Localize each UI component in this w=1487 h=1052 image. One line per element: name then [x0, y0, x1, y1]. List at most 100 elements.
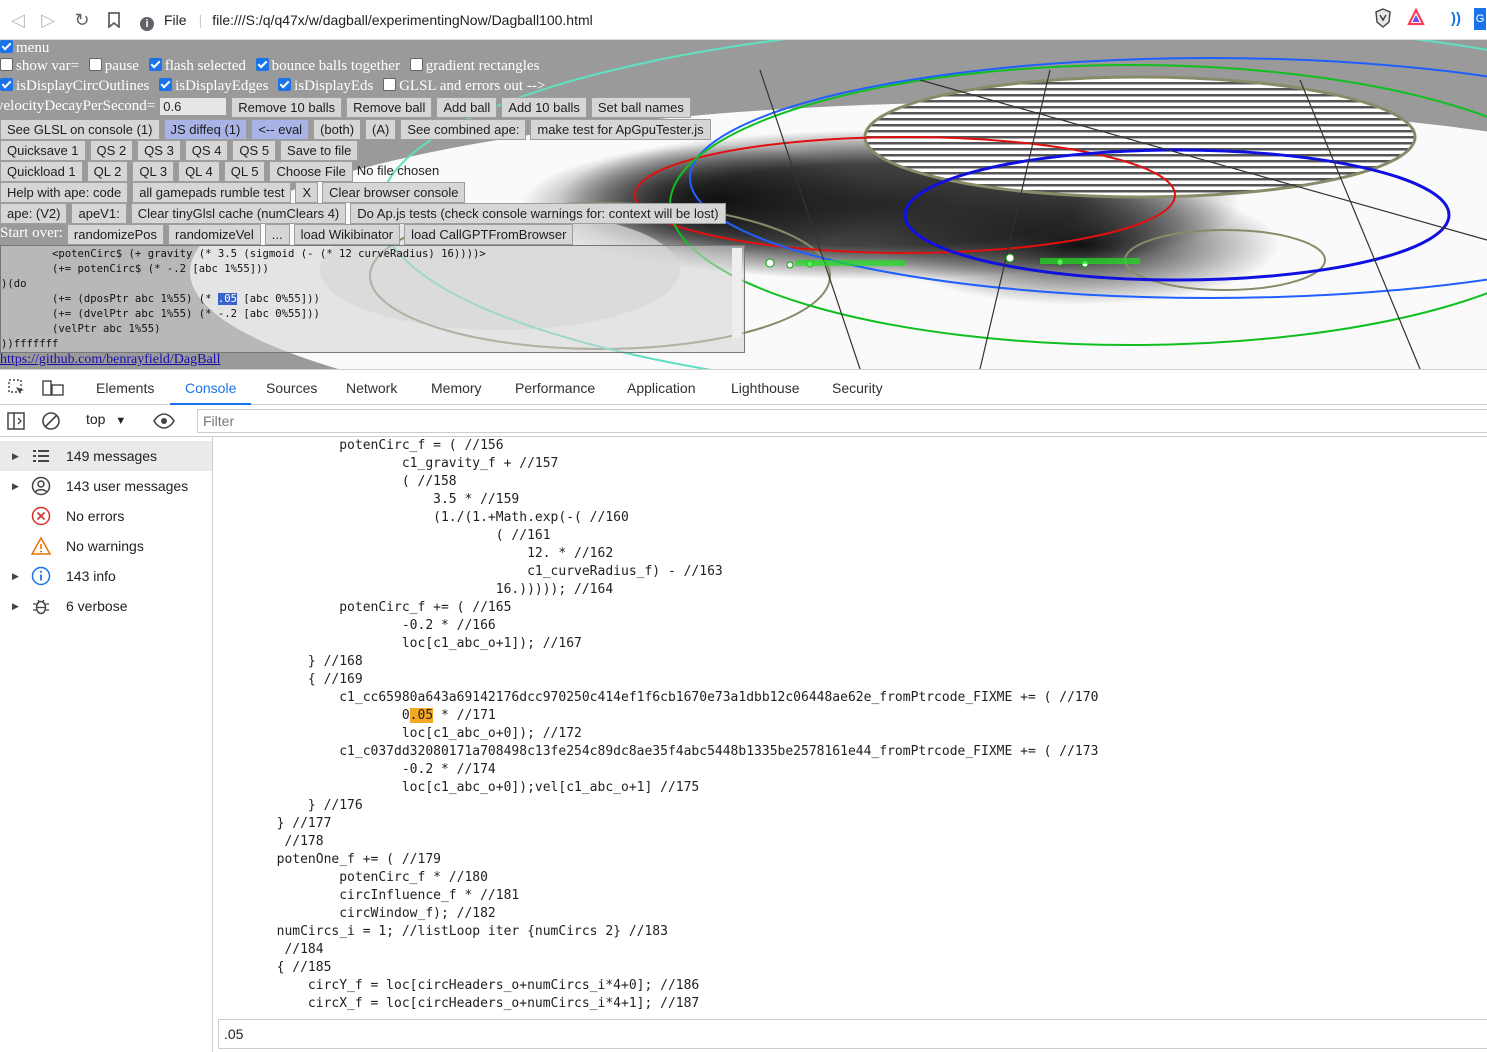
randomize-pos-button[interactable]: randomizePos [66, 224, 165, 245]
a-button[interactable]: (A) [365, 119, 397, 140]
page-area: menu show var= pause flash selected boun… [0, 40, 1487, 369]
tab-performance[interactable]: Performance [515, 370, 595, 405]
console-prompt-input[interactable]: .05 [218, 1019, 1487, 1049]
qs-2-button[interactable]: QS 2 [89, 140, 134, 161]
show-var-checkbox[interactable]: show var= [0, 58, 79, 74]
console-line-highlight: 0.05 * //171 [214, 708, 496, 723]
quickload-1-button[interactable]: Quickload 1 [0, 161, 83, 182]
set-ball-names-button[interactable]: Set ball names [590, 97, 691, 118]
ape-v2-button[interactable]: ape: (V2) [0, 203, 68, 224]
tab-lighthouse[interactable]: Lighthouse [731, 370, 800, 405]
reload-icon[interactable]: ↻ [70, 8, 94, 32]
list-icon [33, 450, 49, 462]
both-button[interactable]: (both) [313, 119, 362, 140]
extension-icon[interactable]: )) [1445, 8, 1467, 30]
sidebar-item-label: No warnings [66, 538, 144, 554]
velocity-input[interactable]: 0.6 [159, 97, 228, 116]
do-ap-tests-button[interactable]: Do Ap.js tests (check console warnings f… [350, 203, 726, 224]
flash-selected-checkbox[interactable]: flash selected [148, 58, 246, 74]
gradient-rectangles-checkbox[interactable]: gradient rectangles [409, 58, 539, 74]
clear-console-icon[interactable] [41, 411, 61, 436]
randomize-vel-button[interactable]: randomizeVel [168, 224, 261, 245]
checkbox-row-2: show var= pause flash selected bounce ba… [0, 58, 545, 75]
sidebar-item-label: No errors [66, 508, 125, 524]
see-glsl-button[interactable]: See GLSL on console (1) [0, 119, 160, 140]
ql-2-button[interactable]: QL 2 [86, 161, 129, 182]
ape-v1-button[interactable]: apeV1: [71, 203, 127, 224]
display-edges-checkbox[interactable]: isDisplayEdges [159, 78, 268, 94]
info-icon[interactable]: i [140, 17, 154, 31]
gamepads-rumble-button[interactable]: all gamepads rumble test [132, 182, 292, 203]
live-expression-eye-icon[interactable] [153, 412, 175, 435]
tab-network[interactable]: Network [346, 370, 397, 405]
ql-5-button[interactable]: QL 5 [223, 161, 266, 182]
circ-outlines-checkbox[interactable]: isDisplayCircOutlines [0, 78, 149, 94]
ql-3-button[interactable]: QL 3 [132, 161, 175, 182]
bookmark-icon[interactable] [102, 8, 126, 32]
forward-icon[interactable]: ▷ [36, 8, 60, 32]
inspect-element-icon[interactable] [8, 379, 26, 400]
sidebar-item-errors[interactable]: No errors [0, 501, 212, 531]
qs-4-button[interactable]: QS 4 [184, 140, 229, 161]
add-ball-button[interactable]: Add ball [436, 97, 498, 118]
clear-glsl-cache-button[interactable]: Clear tinyGlsl cache (numClears 4) [130, 203, 347, 224]
save-to-file-button[interactable]: Save to file [280, 140, 359, 161]
tab-sources[interactable]: Sources [266, 370, 317, 405]
sidebar-toggle-icon[interactable] [7, 412, 25, 435]
load-wikibinator-button[interactable]: load Wikibinator [293, 224, 401, 245]
x-button[interactable]: X [295, 182, 319, 203]
back-icon[interactable]: ◁ [6, 8, 30, 32]
remove-10-balls-button[interactable]: Remove 10 balls [231, 97, 343, 118]
qs-3-button[interactable]: QS 3 [137, 140, 181, 161]
make-test-button[interactable]: make test for ApGpuTester.js [530, 119, 711, 140]
address-bar[interactable]: i File | file:///S:/q/q47x/w/dagball/experi… [140, 6, 1365, 34]
add-10-balls-button[interactable]: Add 10 balls [501, 97, 587, 118]
js-diffeq-button[interactable]: JS diffeq (1) [163, 119, 248, 140]
pause-checkbox[interactable]: pause [88, 58, 139, 74]
sidebar-item-user-messages[interactable]: ▶ 143 user messages [0, 471, 212, 501]
sidebar-item-verbose[interactable]: ▶ 6 verbose [0, 591, 212, 621]
user-icon [31, 476, 51, 496]
quicksave-1-button[interactable]: Quicksave 1 [0, 140, 86, 161]
filter-input[interactable]: Filter [197, 409, 1487, 433]
brave-rewards-icon[interactable] [1405, 7, 1427, 30]
code-text: <potenCirc$ (+ gravity (* 3.5 (sigmoid (… [1, 248, 486, 350]
url-scheme: File [164, 12, 187, 28]
expand-arrow-icon[interactable]: ▶ [12, 591, 19, 621]
sidebar-item-info[interactable]: ▶ 143 info [0, 561, 212, 591]
error-icon [31, 506, 51, 526]
code-textarea[interactable]: <potenCirc$ (+ gravity (* 3.5 (sigmoid (… [0, 245, 745, 353]
qs-5-button[interactable]: QS 5 [232, 140, 277, 161]
tab-security[interactable]: Security [832, 370, 883, 405]
tab-elements[interactable]: Elements [96, 370, 154, 405]
context-select[interactable]: top ▼ [86, 411, 126, 427]
menu-checkbox[interactable]: menu [0, 40, 49, 56]
glsl-row: See GLSL on console (1) JS diffeq (1) <-- … [0, 119, 715, 140]
tab-memory[interactable]: Memory [431, 370, 482, 405]
brave-shield-icon[interactable] [1372, 8, 1394, 30]
code-scrollbar[interactable] [732, 248, 742, 338]
more-button[interactable]: ... [264, 224, 290, 245]
sidebar-item-warnings[interactable]: No warnings [0, 531, 212, 561]
tab-console[interactable]: Console [170, 370, 252, 405]
extension-icon-2[interactable]: G [1474, 8, 1486, 30]
choose-file-button[interactable]: Choose File [269, 161, 353, 182]
tab-application[interactable]: Application [627, 370, 696, 405]
ql-4-button[interactable]: QL 4 [178, 161, 220, 182]
github-link[interactable]: https://github.com/benrayfield/DagBall [0, 352, 220, 368]
expand-arrow-icon[interactable]: ▶ [12, 561, 19, 591]
see-combined-ape-button[interactable]: See combined ape: [400, 119, 527, 140]
display-eds-checkbox[interactable]: isDisplayEds [278, 78, 373, 94]
load-callgpt-button[interactable]: load CallGPTFromBrowser [404, 224, 574, 245]
help-ape-button[interactable]: Help with ape: code [0, 182, 129, 203]
expand-arrow-icon[interactable]: ▶ [12, 471, 19, 501]
clear-console-button[interactable]: Clear browser console [322, 182, 466, 203]
eval-button[interactable]: <-- eval [251, 119, 310, 140]
expand-arrow-icon[interactable]: ▶ [12, 441, 19, 471]
glsl-errors-checkbox[interactable]: GLSL and errors out --> [383, 78, 545, 94]
sidebar-item-messages[interactable]: ▶ 149 messages [0, 441, 212, 471]
remove-ball-button[interactable]: Remove ball [346, 97, 433, 118]
device-toolbar-icon[interactable] [42, 379, 64, 400]
bounce-balls-checkbox[interactable]: bounce balls together [255, 58, 400, 74]
checkbox-row-3: isDisplayCircOutlines isDisplayEdges isD… [0, 78, 551, 95]
